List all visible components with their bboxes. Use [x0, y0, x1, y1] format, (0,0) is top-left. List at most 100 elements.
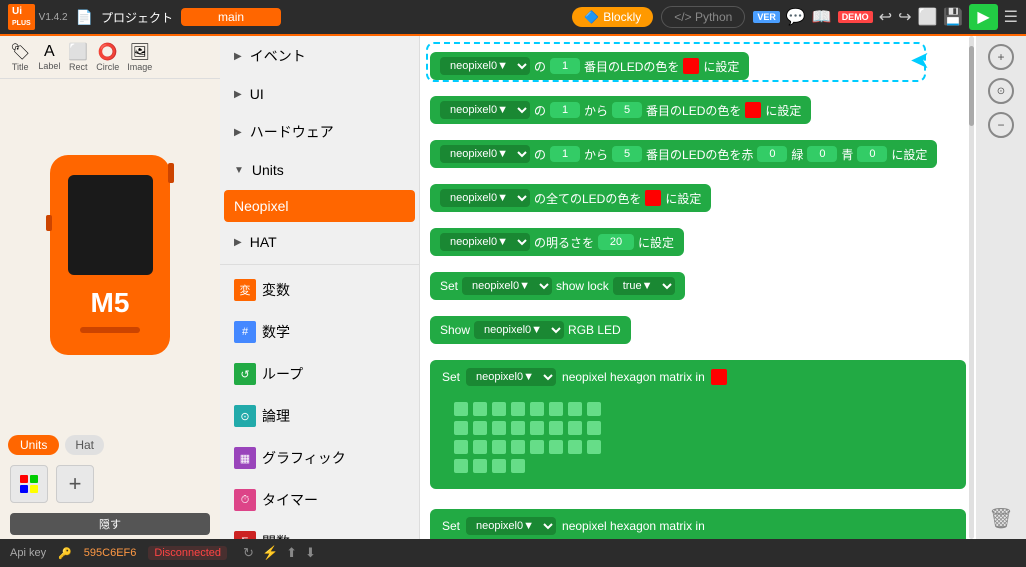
trash-icon[interactable]: 🗑 [988, 506, 1013, 531]
block-1[interactable]: neopixel0▼ の 番目のLEDの色を に設定 [430, 52, 749, 80]
menu-item-logic[interactable]: ⊙ 論理 [220, 395, 419, 437]
block3-to[interactable] [612, 146, 642, 162]
block7-device[interactable]: neopixel0▼ [474, 321, 564, 339]
menu-item-neopixel[interactable]: Neopixel [224, 190, 415, 222]
block8-device[interactable]: neopixel0▼ [466, 368, 556, 386]
block9-device[interactable]: neopixel0▼ [466, 517, 556, 535]
undo-icon[interactable]: ↩ [879, 7, 892, 27]
hex-dot[interactable] [473, 440, 487, 454]
tool-title[interactable]: 🏷 Title [10, 42, 30, 72]
hex-dot[interactable] [511, 421, 525, 435]
block-9-header[interactable]: Set neopixel0▼ neopixel hexagon matrix i… [442, 517, 954, 535]
hex-dot[interactable] [492, 459, 506, 473]
block3-b[interactable] [857, 146, 887, 162]
block4-color[interactable] [645, 190, 661, 206]
zoom-fit-icon[interactable]: ⊙ [988, 78, 1014, 104]
block6-value[interactable]: true▼ [613, 277, 675, 295]
connect-icon[interactable]: ⚡ [262, 545, 278, 561]
hex-dot[interactable] [549, 421, 563, 435]
block5-num[interactable] [598, 234, 634, 250]
menu-item-hat[interactable]: HAT [220, 224, 419, 260]
hex-dot[interactable] [492, 440, 506, 454]
hex-dot[interactable] [492, 421, 506, 435]
menu-item-ui[interactable]: UI [220, 76, 419, 112]
tool-circle[interactable]: ⭕ Circle [96, 42, 119, 72]
menu-icon[interactable]: ☰ [1004, 7, 1018, 27]
block3-r[interactable] [757, 146, 787, 162]
main-input[interactable] [181, 8, 281, 26]
hex-dot[interactable] [454, 421, 468, 435]
hex-dot[interactable] [530, 402, 544, 416]
tool-image[interactable]: 🖼 Image [127, 42, 152, 72]
menu-item-timer[interactable]: ⏱ タイマー [220, 479, 419, 521]
block8-color[interactable] [711, 369, 727, 385]
zoom-in-icon[interactable]: + [988, 44, 1014, 70]
zoom-out-icon[interactable]: − [988, 112, 1014, 138]
menu-item-math[interactable]: # 数学 [220, 311, 419, 353]
menu-item-event[interactable]: イベント [220, 36, 419, 76]
block4-device[interactable]: neopixel0▼ [440, 189, 530, 207]
block-3[interactable]: neopixel0▼ の から 番目のLEDの色を赤 緑 青 に設定 [430, 140, 937, 168]
add-device-icon[interactable]: + [56, 465, 94, 503]
chat-icon[interactable]: 💬 [786, 7, 806, 27]
tool-rect[interactable]: ⬜ Rect [68, 42, 88, 72]
hex-dot[interactable] [587, 421, 601, 435]
hex-dot[interactable] [492, 402, 506, 416]
block3-from[interactable] [550, 146, 580, 162]
block-4[interactable]: neopixel0▼ の全てのLEDの色を に設定 [430, 184, 711, 212]
block-7[interactable]: Show neopixel0▼ RGB LED [430, 316, 631, 344]
hex-dot[interactable] [454, 402, 468, 416]
menu-item-func[interactable]: ∑ 関数 [220, 521, 419, 539]
block2-to[interactable] [612, 102, 642, 118]
hex-dot[interactable] [587, 440, 601, 454]
block5-device[interactable]: neopixel0▼ [440, 233, 530, 251]
save-icon[interactable]: 💾 [943, 7, 963, 27]
block-6[interactable]: Set neopixel0▼ show lock true▼ [430, 272, 685, 300]
hex-dot[interactable] [530, 421, 544, 435]
block2-from[interactable] [550, 102, 580, 118]
hex-dot[interactable] [511, 440, 525, 454]
menu-item-loop[interactable]: ↺ ループ [220, 353, 419, 395]
hex-dot[interactable] [473, 459, 487, 473]
book-icon[interactable]: 📖 [812, 7, 832, 27]
rgb-led-icon[interactable] [10, 465, 48, 503]
hex-dot[interactable] [568, 402, 582, 416]
hex-dot[interactable] [549, 440, 563, 454]
block-8-header[interactable]: Set neopixel0▼ neopixel hexagon matrix i… [442, 368, 954, 386]
hex-dot[interactable] [530, 440, 544, 454]
hex-dot[interactable] [511, 459, 525, 473]
hex-dot[interactable] [549, 402, 563, 416]
menu-item-vars[interactable]: 変 変数 [220, 269, 419, 311]
hide-button[interactable]: 隠す [10, 513, 210, 535]
download-icon[interactable]: ⬇ [305, 545, 316, 561]
hex-dot[interactable] [568, 440, 582, 454]
refresh-icon[interactable]: ↻ [243, 545, 254, 561]
block1-device[interactable]: neopixel0▼ [440, 57, 530, 75]
redo-icon[interactable]: ↪ [898, 7, 911, 27]
copy-icon[interactable]: ⬜ [918, 7, 938, 27]
tab-units[interactable]: Units [8, 435, 59, 455]
block-2[interactable]: neopixel0▼ の から 番目のLEDの色を に設定 [430, 96, 811, 124]
block2-color[interactable] [745, 102, 761, 118]
hex-dot[interactable] [568, 421, 582, 435]
block6-device[interactable]: neopixel0▼ [462, 277, 552, 295]
menu-item-hardware[interactable]: ハードウェア [220, 112, 419, 152]
menu-item-graphic[interactable]: ▦ グラフィック [220, 437, 419, 479]
block-5[interactable]: neopixel0▼ の明るさを に設定 [430, 228, 684, 256]
tool-label[interactable]: A Label [38, 43, 60, 71]
run-button[interactable]: ▶ [969, 4, 997, 30]
block3-g[interactable] [807, 146, 837, 162]
hex-dot[interactable] [587, 402, 601, 416]
blockly-button[interactable]: 🔷 Blockly [572, 7, 653, 27]
upload-icon[interactable]: ⬆ [286, 545, 297, 561]
block1-color[interactable] [683, 58, 699, 74]
hex-dot[interactable] [473, 421, 487, 435]
python-button[interactable]: </> Python [661, 6, 745, 28]
tab-hat[interactable]: Hat [65, 435, 104, 455]
block2-device[interactable]: neopixel0▼ [440, 101, 530, 119]
scrollbar-thumb[interactable] [969, 46, 974, 126]
block3-device[interactable]: neopixel0▼ [440, 145, 530, 163]
connection-status[interactable]: Disconnected [148, 546, 227, 560]
menu-item-units[interactable]: Units [220, 152, 419, 188]
hex-dot[interactable] [454, 459, 468, 473]
